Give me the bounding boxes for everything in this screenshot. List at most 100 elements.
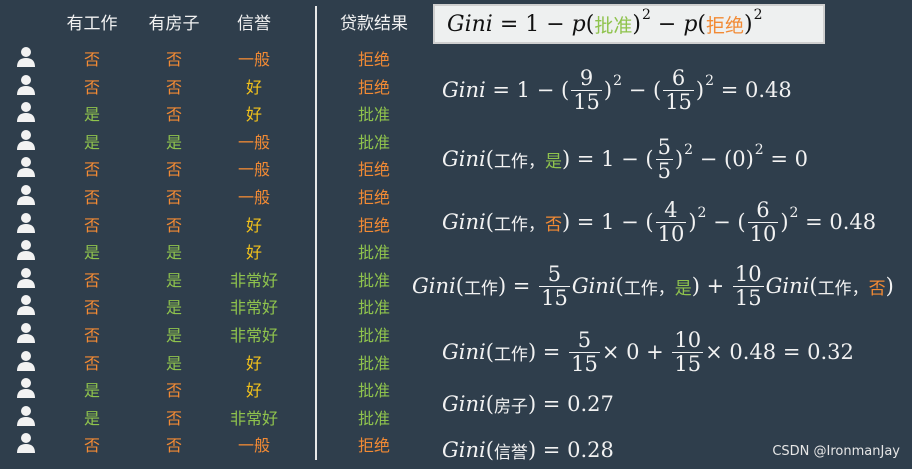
result-overall: 0.48 [745,78,792,102]
cell-has-job: 是 [83,243,100,263]
person-icon [16,294,36,316]
cell-has-house: 否 [165,188,182,207]
formula-gini-house: Gini(房子) = 0.27 [442,392,614,417]
cell-credit: 一般 [237,436,270,456]
cell-has-job: 是 [83,381,100,401]
cell-credit: 好 [245,381,262,401]
gini-definition: Gini = 1 − p(批准) 2 − p(拒绝) 2 [447,7,763,37]
cell-credit: 好 [245,77,262,97]
gini-symbol: Gini [442,392,486,416]
reject-label: 拒绝 [706,14,745,37]
cell-loan-result: 拒绝 [357,188,390,207]
cell-credit: 好 [245,215,262,235]
table-row: 是 否 非常好 批准 [0,402,400,429]
cell-loan-result: 拒绝 [357,50,390,69]
person-icon [16,46,36,68]
gini-symbol: Gini [442,438,486,462]
cell-loan-result: 拒绝 [357,160,390,180]
cell-has-job: 否 [83,270,100,290]
cell-credit: 一般 [237,160,270,180]
cell-has-job: 否 [83,436,100,456]
work-label: 工作 [493,344,528,365]
gini-symbol: Gini [765,274,810,298]
comma: ， [527,151,545,172]
work-label: 工作 [463,278,498,299]
table-row: 否 否 一般 拒绝 [0,43,400,70]
cell-loan-result: 批准 [357,132,390,152]
comma: ， [527,214,545,235]
header-loan-result: 贷款结果 [340,14,408,34]
gini-symbol: Gini [442,78,486,102]
work-label: 工作 [623,278,658,299]
comma: ， [851,278,869,299]
cell-loan-result: 拒绝 [357,436,390,456]
cell-has-house: 否 [165,160,182,180]
formula-gini-overall: Gini = 1 − (9 15) 2 − (6 15) 2 = 0.48 [442,66,792,114]
cell-has-house: 否 [165,105,182,125]
cell-has-job: 否 [83,215,100,235]
table-row: 否 是 非常好 批准 [0,319,400,346]
cell-has-house: 否 [165,381,182,401]
cell-has-house: 是 [165,132,182,152]
table-row: 是 是 一般 批准 [0,126,400,153]
formula-gini-credit: Gini(信誉) = 0.28 [442,438,614,463]
work-label: 工作 [493,214,528,235]
person-icon [16,377,36,399]
cell-credit: 非常好 [229,270,278,290]
cell-credit: 一般 [237,50,270,69]
cell-credit: 一般 [237,132,270,152]
cell-has-house: 否 [165,77,182,97]
cell-has-job: 是 [83,132,100,152]
cell-loan-result: 批准 [357,105,390,125]
person-icon [16,267,36,289]
person-icon [16,156,36,178]
table-row: 否 是 非常好 批准 [0,264,400,291]
cell-loan-result: 批准 [357,270,390,290]
formula-gini-work-yes: Gini(工作，是) = 1 − (5 5) 2 − (0) 2 = 0 [442,135,809,183]
comma: ， [657,278,675,299]
table-row: 否 否 好 拒绝 [0,71,400,98]
cell-has-job: 是 [83,408,100,428]
table-row: 是 否 好 批准 [0,374,400,401]
header-credit: 信誉 [237,14,271,34]
cell-loan-result: 拒绝 [357,77,390,97]
cell-credit: 一般 [237,188,270,207]
person-icon [16,239,36,261]
cell-has-job: 否 [83,77,100,97]
cell-credit: 好 [245,243,262,263]
column-divider [315,6,317,460]
gini-symbol: Gini [442,210,486,234]
result-credit: 0.28 [567,438,614,462]
cell-credit: 好 [245,105,262,125]
cell-has-house: 否 [165,408,182,428]
cell-loan-result: 批准 [357,298,390,318]
cell-loan-result: 批准 [357,381,390,401]
cell-credit: 非常好 [229,298,278,318]
formula-gini-work-weighted: Gini(工作) = 5 15 Gini(工作，是) + 10 15 Gini(工作，否… [412,262,894,310]
table-row: 否 否 一般 拒绝 [0,429,400,456]
house-label: 房子 [493,396,528,417]
result-work-yes: 0 [794,147,809,171]
person-icon [16,129,36,151]
person-icon [16,322,36,344]
person-icon [16,212,36,234]
cell-has-house: 是 [165,270,182,290]
cell-has-house: 是 [165,298,182,318]
gini-symbol: Gini [412,274,456,298]
formula-gini-work-no: Gini(工作，否) = 1 − (4 10) 2 − (6 10) 2 = 0.48 [442,198,877,246]
cell-has-house: 否 [165,215,182,235]
no-label: 否 [868,278,886,299]
cell-loan-result: 拒绝 [357,215,390,235]
person-icon [16,405,36,427]
cell-has-job: 否 [83,298,100,318]
table-row: 否 否 好 拒绝 [0,209,400,236]
gini-symbol: Gini [571,274,616,298]
result-house: 0.27 [567,392,614,416]
formula-gini-work-result: Gini(工作) = 5 15 × 0 + 10 15 × 0.48 = 0.32 [442,328,854,376]
no-label: 否 [544,214,562,235]
gini-symbol: Gini [442,147,486,171]
table-row: 否 否 一般 拒绝 [0,153,400,180]
cell-has-house: 是 [165,326,182,345]
header-has-house: 有房子 [148,14,200,34]
person-icon [16,74,36,96]
